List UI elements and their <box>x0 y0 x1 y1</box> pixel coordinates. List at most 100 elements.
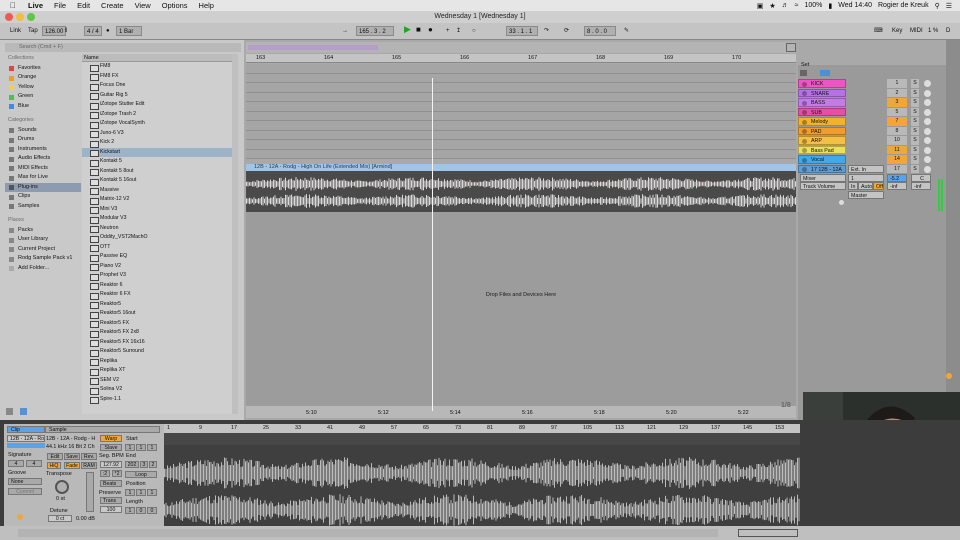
track-activator-icon[interactable] <box>802 167 807 172</box>
track-activator-icon[interactable] <box>802 100 807 106</box>
list-item[interactable]: Replika <box>82 357 232 367</box>
track-name-button[interactable]: SNARE <box>798 88 846 97</box>
track-activator-icon[interactable] <box>802 129 807 134</box>
position-beat[interactable]: 1 <box>136 489 146 496</box>
list-item[interactable]: Piano V2 <box>82 262 232 272</box>
reverse-button[interactable]: Rev. <box>81 453 97 460</box>
fade-button[interactable]: Fade <box>64 462 80 469</box>
solo-button[interactable]: S <box>911 155 919 164</box>
track-lane-blank[interactable] <box>246 149 796 159</box>
preserve-select[interactable]: Trans <box>100 497 122 504</box>
category-clips[interactable]: Clips <box>5 192 81 202</box>
list-item[interactable]: Passive EQ <box>82 252 232 262</box>
collection-orange[interactable]: Orange <box>5 73 81 83</box>
arm-button[interactable] <box>924 89 931 97</box>
list-item[interactable]: iZotope Stutter Edit <box>82 100 232 110</box>
list-item[interactable]: Focus One <box>82 81 232 91</box>
place-sample-pack[interactable]: Rodg Sample Pack v1 <box>5 254 81 264</box>
track-activator-icon[interactable] <box>802 138 807 144</box>
list-item[interactable]: Guitar Rig 5 <box>82 91 232 101</box>
signature-numerator[interactable]: 4 <box>8 460 24 467</box>
menu-create[interactable]: Create <box>101 1 124 10</box>
send-a-field[interactable]: -inf <box>887 182 907 190</box>
category-max-for-live[interactable]: Max for Live <box>5 173 81 183</box>
track-lane-arp[interactable] <box>246 121 796 131</box>
menu-options[interactable]: Options <box>162 1 188 10</box>
detail-view-toggle-icon[interactable] <box>738 529 798 537</box>
arm-button[interactable] <box>924 156 931 163</box>
list-item[interactable]: Solina V2 <box>82 385 232 395</box>
track-lane-kick[interactable] <box>246 64 796 74</box>
name-column-header[interactable]: Name <box>82 54 232 62</box>
list-item[interactable]: Kick 2 <box>82 138 232 148</box>
track-name-button[interactable]: Vocal <box>798 155 846 164</box>
list-item[interactable]: Matrix-12 V2 <box>82 195 232 205</box>
input-type-select[interactable]: Ext. In <box>848 165 884 173</box>
position-bar[interactable]: 1 <box>125 489 135 496</box>
save-button[interactable]: Save <box>64 453 80 460</box>
track-kick[interactable]: KICK 1 S <box>798 79 946 88</box>
length-beat[interactable]: 0 <box>136 507 146 514</box>
track-vocal[interactable]: Vocal 14 S <box>798 155 946 164</box>
end-beat[interactable]: 3 <box>140 461 148 468</box>
menu-app[interactable]: Live <box>28 1 43 10</box>
category-drums[interactable]: Drums <box>5 135 81 145</box>
volume-field[interactable]: -5.2 <box>887 174 907 182</box>
browser-preview-icon[interactable] <box>20 408 27 415</box>
bluetooth-icon[interactable]: ★ <box>769 2 775 10</box>
track-lane-snare[interactable] <box>246 73 796 83</box>
follow-icon[interactable]: → <box>340 26 350 36</box>
list-item[interactable]: iZotope VocalSynth <box>82 119 232 129</box>
solo-button[interactable]: S <box>911 145 919 154</box>
track-pad[interactable]: PAD 8 S <box>798 126 946 136</box>
list-item[interactable]: FM8 <box>82 62 232 72</box>
stop-button[interactable]: ■ <box>414 25 423 35</box>
back-to-arrangement-icon[interactable] <box>946 373 952 379</box>
arm-button[interactable] <box>924 137 931 144</box>
list-item[interactable]: Reaktor5 <box>82 300 232 310</box>
track-lane-vocal[interactable] <box>246 140 796 150</box>
play-button[interactable]: ▶ <box>402 24 413 34</box>
link-button[interactable]: Link <box>8 26 23 36</box>
list-item[interactable]: Replika XT <box>82 366 232 376</box>
track-name-button[interactable]: BASS <box>798 98 846 107</box>
loop-button[interactable]: Loop <box>125 471 157 478</box>
solo-button[interactable]: S <box>911 136 919 145</box>
key-map-button[interactable]: Key <box>890 26 904 36</box>
arm-button[interactable] <box>924 118 931 125</box>
category-samples[interactable]: Samples <box>5 202 81 212</box>
track-bass[interactable]: BASS 3 S <box>798 98 946 107</box>
position-sixteenth[interactable]: 1 <box>147 489 157 496</box>
volume-icon[interactable]: ♬ <box>782 2 789 9</box>
track-io-toggle-icon[interactable] <box>820 70 830 76</box>
drop-zone[interactable]: Drop Files and Devices Here <box>246 212 796 412</box>
solo-button[interactable]: S <box>911 88 919 97</box>
track-name-button[interactable]: KICK <box>798 79 846 88</box>
list-item[interactable]: OTT <box>82 243 232 253</box>
track-bass-pad[interactable]: Bass Pad 11 S <box>798 145 946 155</box>
sample-editor[interactable]: 1 9 17 25 33 41 49 57 65 73 81 89 97 105… <box>164 424 800 536</box>
track-activator-icon[interactable] <box>802 148 807 153</box>
list-item[interactable]: Kontakt 5 16out <box>82 176 232 186</box>
time-signature-field[interactable]: 4 / 4 <box>84 26 102 36</box>
browser-scrollbar[interactable] <box>232 54 238 414</box>
user-name[interactable]: Rogier de Kreuk <box>878 2 929 9</box>
list-item[interactable]: Massive <box>82 186 232 196</box>
add-folder-button[interactable]: Add Folder... <box>5 264 81 274</box>
solo-button[interactable]: S <box>911 164 919 173</box>
minimize-window-button[interactable] <box>16 13 24 21</box>
menu-list-icon[interactable]: ☰ <box>946 2 952 10</box>
battery-percent[interactable]: 100% <box>804 2 822 9</box>
list-item-selected[interactable]: Kickstart <box>82 147 232 157</box>
close-window-button[interactable] <box>5 13 13 21</box>
commit-button[interactable]: Commit <box>8 488 42 495</box>
collection-favorites[interactable]: Favorites <box>5 64 81 74</box>
solo-button[interactable]: S <box>911 98 919 107</box>
seg-bpm-field[interactable]: 127.92 <box>100 461 122 468</box>
battery-icon[interactable]: ▮ <box>828 2 832 10</box>
arm-button[interactable] <box>924 146 931 154</box>
browser-search-input[interactable]: Search (Cmd + F) <box>5 43 241 52</box>
list-item[interactable]: Reaktor 6 <box>82 281 232 291</box>
signature-denominator[interactable]: 4 <box>26 460 42 467</box>
sample-ruler[interactable]: 1 9 17 25 33 41 49 57 65 73 81 89 97 105… <box>164 424 800 433</box>
